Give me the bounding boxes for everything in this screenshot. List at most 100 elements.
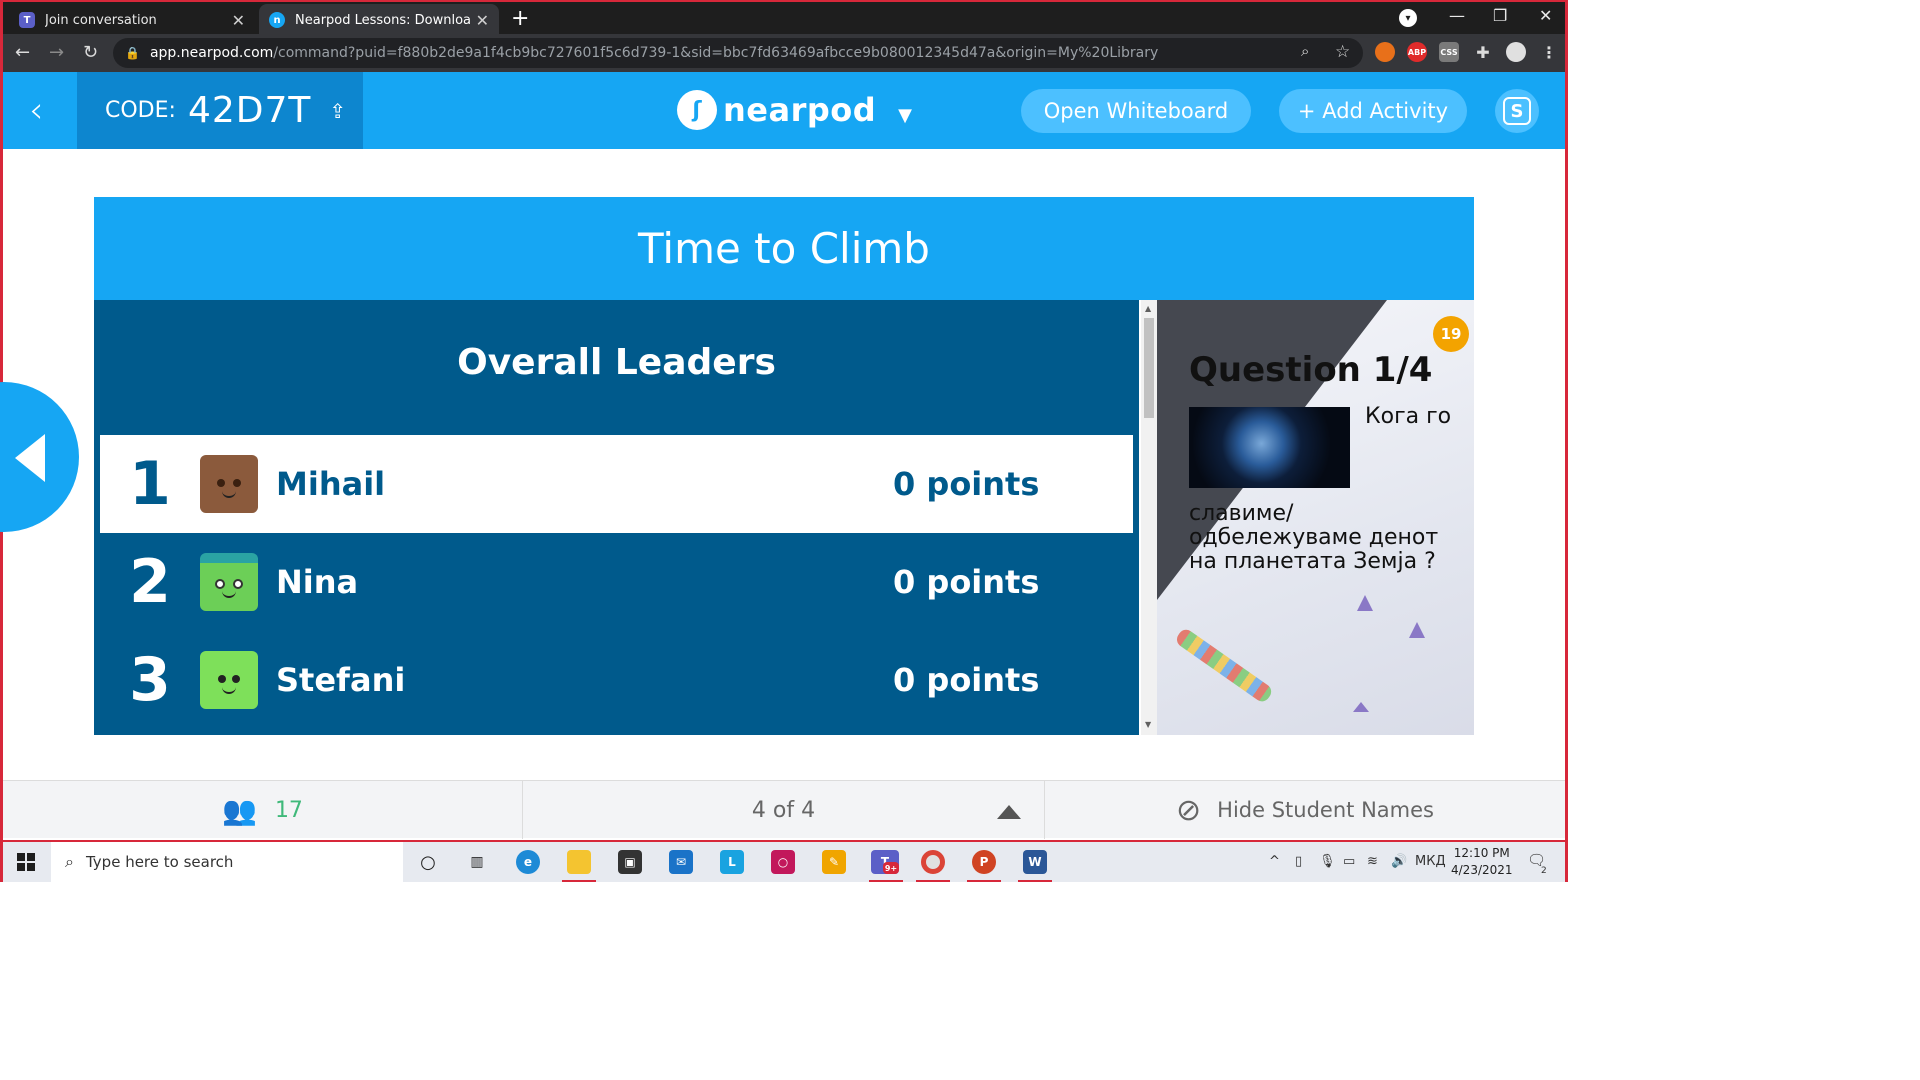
climber-avatars: [1173, 626, 1275, 705]
store-icon[interactable]: ▣: [618, 850, 642, 874]
left-triangle-icon: [15, 434, 45, 482]
question-title: Question 1/4: [1189, 350, 1433, 390]
back-chevron-icon[interactable]: ‹: [29, 90, 43, 131]
previous-slide-button[interactable]: [0, 382, 79, 532]
menu-kebab-icon[interactable]: ⋮: [1539, 42, 1559, 62]
avatar-eye: [218, 675, 226, 683]
language-indicator[interactable]: МКД: [1415, 854, 1446, 869]
taskbar-search[interactable]: ⌕ Type here to search: [51, 842, 403, 882]
scroll-down-icon[interactable]: ▼: [1145, 720, 1151, 729]
student-name: Stefani: [276, 661, 406, 699]
device-icon[interactable]: ▯: [1295, 854, 1302, 869]
teams-icon: T: [19, 12, 35, 28]
volume-icon[interactable]: 🔊: [1391, 854, 1407, 869]
microphone-icon[interactable]: 🎙: [1319, 854, 1336, 869]
search-placeholder: Type here to search: [85, 853, 234, 871]
puzzle-icon[interactable]: ✚: [1473, 42, 1493, 62]
rank: 2: [129, 547, 171, 617]
open-whiteboard-button[interactable]: Open Whiteboard: [1021, 89, 1251, 133]
page-indicator: 4 of 4: [751, 797, 816, 823]
people-icon: 👥: [222, 793, 257, 827]
leaderboard: Overall Leaders 1 Mihail 0 points 2 Nina…: [94, 300, 1139, 735]
share-icon[interactable]: ⇪: [329, 99, 346, 123]
leaderboard-title: Overall Leaders: [457, 342, 776, 383]
avatar-mouth: [222, 591, 236, 598]
chrome-icon[interactable]: [921, 850, 945, 874]
mail-icon[interactable]: ✉: [669, 850, 693, 874]
hide-names-label: Hide Student Names: [1217, 798, 1434, 822]
earth-image: [1189, 407, 1350, 488]
avatar-eye: [233, 479, 241, 487]
active-indicator: [562, 880, 596, 882]
question-timer: 19: [1433, 316, 1469, 352]
avatar-eye: [217, 479, 225, 487]
extension-icon[interactable]: [1375, 42, 1395, 62]
search-icon: ⌕: [65, 852, 74, 871]
nearpod-header: ‹ CODE: 42D7T ⇪ ʃ nearpod ▼ Open Whitebo…: [3, 72, 1565, 149]
css-extension-icon[interactable]: CSS: [1439, 42, 1459, 62]
leaderboard-row: 2 Nina 0 points: [100, 533, 1133, 631]
tab-nearpod-lessons[interactable]: n Nearpod Lessons: Download rea ✕: [259, 4, 499, 36]
task-view-icon[interactable]: ▥: [465, 850, 489, 874]
nearpod-logo[interactable]: ʃ nearpod ▼: [677, 90, 912, 130]
clock-time: 12:10 PM: [1453, 846, 1510, 860]
address-bar[interactable]: 🔒 app.nearpod.com /command?puid=f880b2de…: [113, 38, 1363, 68]
scroll-up-icon[interactable]: ▲: [1145, 304, 1151, 313]
show-hidden-icons-icon[interactable]: ^: [1269, 854, 1280, 869]
adblock-icon[interactable]: ABP: [1407, 42, 1427, 62]
restore-icon[interactable]: ❐: [1493, 6, 1507, 25]
app-icon[interactable]: ○: [771, 850, 795, 874]
wifi-icon[interactable]: ≋: [1367, 854, 1378, 869]
student-name: Mihail: [276, 465, 386, 503]
active-indicator: [967, 880, 1001, 882]
question-text-part2: славиме/ одбележуваме денот на планетата…: [1189, 501, 1439, 574]
question-preview: 19 Question 1/4 Кога го славиме/ одбележ…: [1157, 300, 1474, 735]
forward-arrow-icon[interactable]: →: [49, 42, 64, 63]
scroll-thumb[interactable]: [1144, 318, 1154, 418]
minimize-icon[interactable]: —: [1449, 6, 1465, 25]
session-code[interactable]: CODE: 42D7T ⇪: [77, 72, 363, 149]
file-explorer-icon[interactable]: [567, 850, 591, 874]
url-host: app.nearpod.com: [149, 45, 274, 61]
url-path: /command?puid=f880b2de9a1f4cb9bc727601f5…: [273, 45, 1159, 61]
app-icon[interactable]: ✎: [822, 850, 846, 874]
eye-slash-icon: ⊘: [1176, 792, 1202, 828]
cortana-icon[interactable]: ○: [416, 850, 440, 874]
browser-toolbar: ← → ↻ 🔒 app.nearpod.com /command?puid=f8…: [3, 34, 1565, 72]
tab-search-icon[interactable]: ▾: [1399, 9, 1417, 27]
crystal-decoration: [1353, 702, 1369, 712]
zoom-icon[interactable]: ⌕: [1301, 42, 1309, 60]
powerpoint-icon[interactable]: P: [972, 850, 996, 874]
activity-title: Time to Climb: [94, 197, 1474, 300]
code-label: CODE:: [105, 98, 176, 123]
system-clock[interactable]: 12:10 PM 4/23/2021: [1451, 845, 1513, 879]
chevron-down-icon[interactable]: ▼: [898, 105, 912, 126]
leaderboard-scrollbar[interactable]: ▲ ▼: [1141, 300, 1157, 735]
windows-start-icon[interactable]: [17, 853, 35, 871]
close-window-icon[interactable]: ✕: [1539, 6, 1552, 25]
back-arrow-icon[interactable]: ←: [15, 42, 30, 63]
add-activity-button[interactable]: + Add Activity: [1279, 89, 1467, 133]
reload-icon[interactable]: ↻: [83, 42, 98, 63]
slide-navigator[interactable]: 4 of 4: [523, 781, 1045, 839]
edge-icon[interactable]: e: [516, 850, 540, 874]
notifications-count: 2: [1541, 866, 1547, 876]
students-joined[interactable]: 👥 17: [3, 781, 523, 839]
battery-icon[interactable]: ▭: [1343, 854, 1355, 869]
profile-avatar[interactable]: [1506, 42, 1526, 62]
close-tab-icon[interactable]: ✕: [232, 11, 245, 30]
session-footer: 👥 17 4 of 4 ⊘ Hide Student Names: [3, 780, 1565, 839]
tab-join-conversation[interactable]: T Join conversation ✕: [9, 4, 255, 36]
close-tab-icon[interactable]: ✕: [476, 11, 489, 30]
student-points: 0 points: [893, 661, 1040, 699]
active-indicator: [916, 880, 950, 882]
hide-student-names-button[interactable]: ⊘ Hide Student Names: [1045, 781, 1565, 839]
windows-taskbar: ⌕ Type here to search ○ ▥ e ▣ ✉ L ○ ✎ T …: [3, 840, 1565, 882]
bookmark-star-icon[interactable]: ☆: [1335, 42, 1350, 62]
word-icon[interactable]: W: [1023, 850, 1047, 874]
expand-up-icon[interactable]: [997, 805, 1021, 819]
new-tab-button[interactable]: +: [511, 6, 529, 31]
launcher-icon[interactable]: L: [720, 850, 744, 874]
user-avatar[interactable]: S: [1495, 89, 1539, 133]
tab-title: Nearpod Lessons: Download rea: [295, 12, 470, 28]
